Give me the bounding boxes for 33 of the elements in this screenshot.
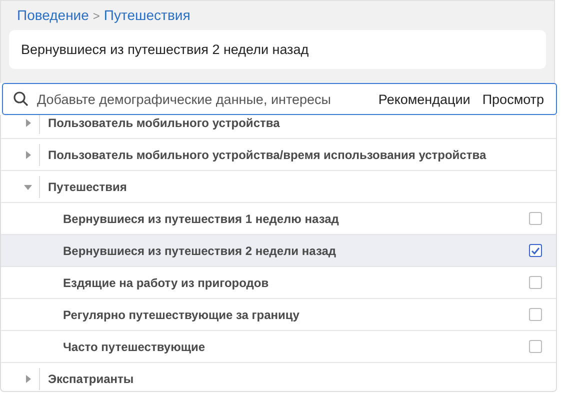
caret-right-icon[interactable] — [23, 118, 33, 128]
option-row[interactable]: Часто путешествующие — [1, 331, 556, 363]
search-icon — [13, 91, 29, 107]
option-label: Вернувшиеся из путешествия 2 недели назад — [63, 244, 338, 258]
category-row[interactable]: Пользователь мобильного устройства — [1, 115, 556, 139]
selected-item-card: Вернувшиеся из путешествия 2 недели назад — [9, 30, 546, 69]
category-label: Пользователь мобильного устройства/время использования устройства — [48, 148, 486, 162]
option-label: Часто путешествующие — [63, 340, 206, 354]
category-label: Экспатрианты — [48, 372, 134, 386]
category-row[interactable]: Экспатрианты — [1, 363, 556, 391]
checkbox[interactable] — [529, 276, 542, 289]
option-row[interactable]: Ездящие на работу из пригородов — [1, 267, 556, 299]
option-row[interactable]: Регулярно путешествующие за границу — [1, 299, 556, 331]
checkbox[interactable] — [529, 244, 542, 257]
checkbox[interactable] — [529, 212, 542, 225]
breadcrumb-separator: > — [92, 9, 100, 23]
checkbox[interactable] — [529, 340, 542, 353]
breadcrumb-link[interactable]: Поведение — [17, 7, 89, 23]
category-row[interactable]: Пользователь мобильного устройства/время использования устройства — [1, 139, 556, 171]
category-label: Пользователь мобильного устройства — [48, 116, 280, 130]
breadcrumb-link[interactable]: Путешествия — [104, 7, 190, 23]
option-label: Вернувшиеся из путешествия 1 неделю назад — [63, 212, 340, 226]
option-label: Регулярно путешествующие за границу — [63, 308, 300, 322]
option-label: Ездящие на работу из пригородов — [63, 276, 270, 290]
tab[interactable]: Рекомендации — [376, 92, 472, 106]
category-row[interactable]: Путешествия — [1, 171, 556, 203]
category-label: Путешествия — [48, 180, 127, 194]
checkbox[interactable] — [529, 308, 542, 321]
tab[interactable]: Просмотр — [480, 92, 546, 106]
search-field[interactable]: Добавьте демографические данные, интересы Рекомендации Просмотр — [2, 83, 557, 115]
caret-right-icon[interactable] — [23, 374, 33, 384]
caret-right-icon[interactable] — [23, 150, 33, 160]
option-row[interactable]: Вернувшиеся из путешествия 2 недели назад — [1, 235, 556, 267]
